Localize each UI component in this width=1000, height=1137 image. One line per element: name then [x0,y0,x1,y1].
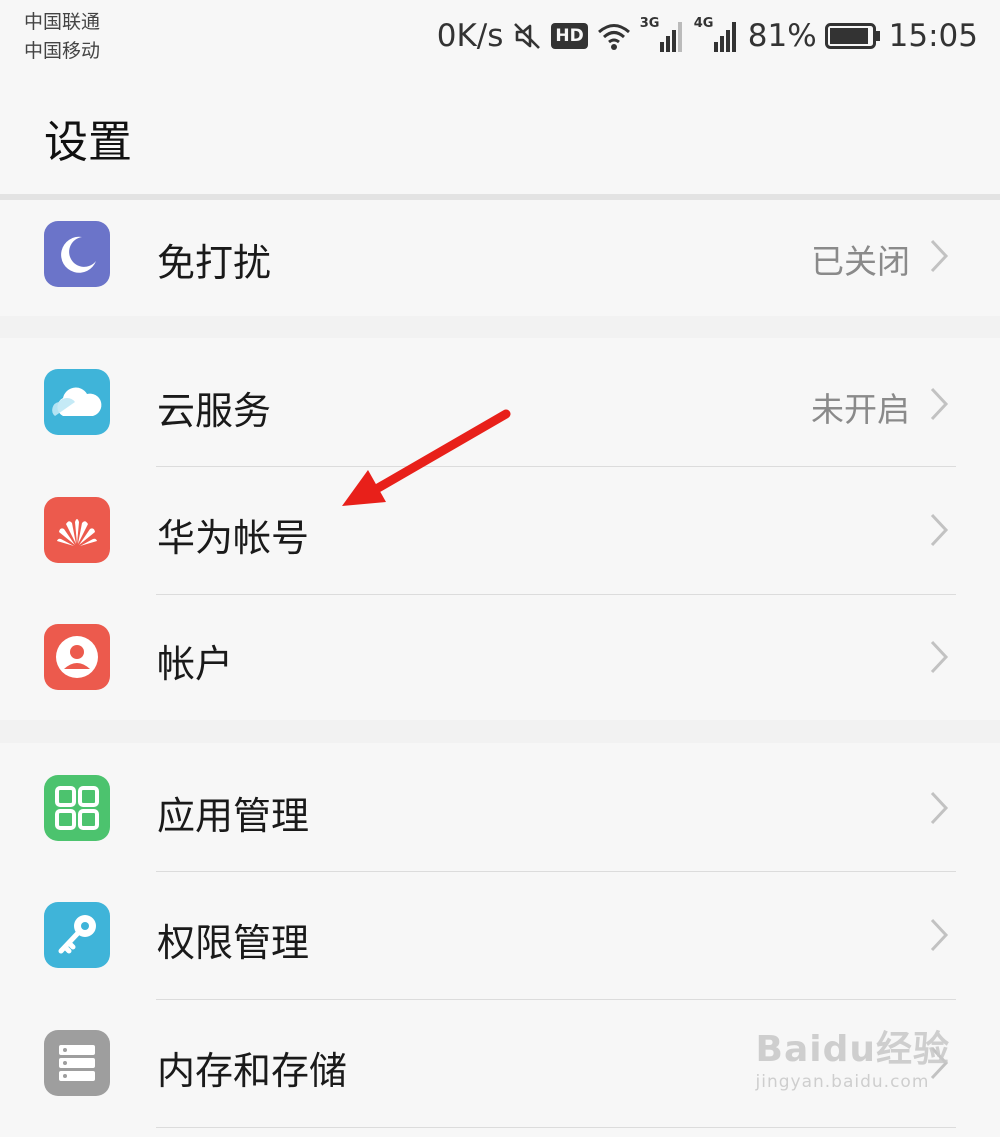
watermark-main: Baidu经验 [755,1029,950,1070]
watermark-sub: jingyan.baidu.com [755,1072,930,1092]
watermark: Baidu经验 jingyan.baidu.com [756,1020,950,1092]
annotation-arrow [342,409,511,506]
